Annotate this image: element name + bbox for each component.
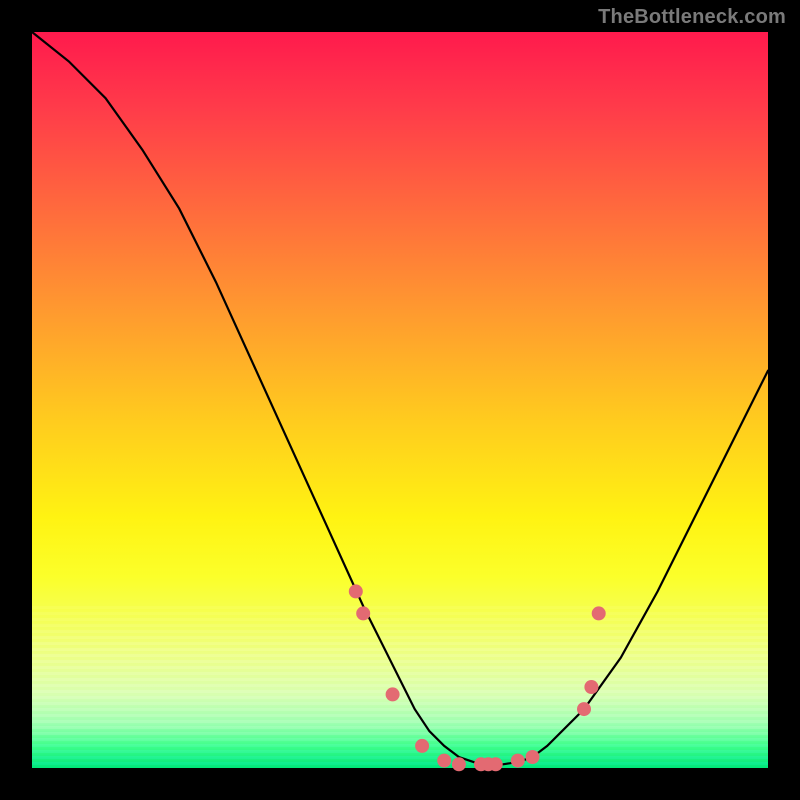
data-marker: [489, 757, 503, 771]
chart-plot-area: [32, 32, 768, 768]
chart-svg: [32, 32, 768, 768]
data-marker: [349, 584, 363, 598]
watermark-text: TheBottleneck.com: [598, 6, 786, 29]
bottleneck-curve: [32, 32, 768, 764]
marker-group: [349, 584, 606, 771]
data-marker: [386, 687, 400, 701]
data-marker: [437, 754, 451, 768]
data-marker: [584, 680, 598, 694]
chart-frame: TheBottleneck.com: [0, 0, 800, 800]
data-marker: [452, 757, 466, 771]
data-marker: [415, 739, 429, 753]
data-marker: [511, 754, 525, 768]
data-marker: [356, 606, 370, 620]
data-marker: [592, 606, 606, 620]
data-marker: [577, 702, 591, 716]
data-marker: [526, 750, 540, 764]
